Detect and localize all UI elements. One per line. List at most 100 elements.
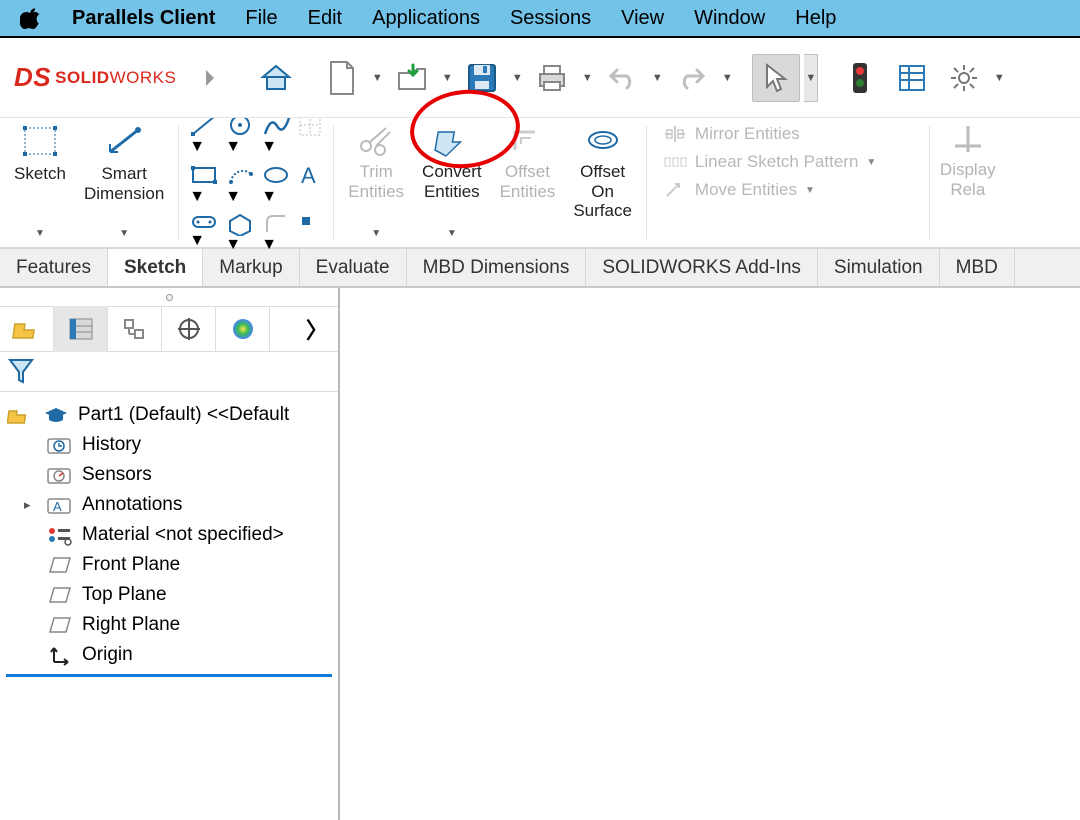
annotations-folder-icon: A: [46, 493, 74, 517]
menubar-file[interactable]: File: [245, 7, 277, 30]
move-entities-button[interactable]: Move Entities▼: [663, 180, 815, 200]
tab-addins[interactable]: SOLIDWORKS Add-Ins: [586, 249, 818, 286]
feature-manager-tab-icon[interactable]: [0, 306, 54, 352]
text-tool[interactable]: A: [297, 162, 323, 206]
polygon-tool[interactable]: ▼: [225, 212, 255, 254]
line-tool[interactable]: ▼: [189, 112, 219, 156]
tab-simulation[interactable]: Simulation: [818, 249, 940, 286]
tree-item-annotations[interactable]: ▸ A Annotations: [6, 490, 332, 520]
origin-icon: [46, 643, 74, 667]
property-manager-tab-icon[interactable]: [54, 306, 108, 352]
ellipse-tool[interactable]: ▼: [261, 162, 291, 206]
tree-item-material[interactable]: Material <not specified>: [6, 520, 332, 550]
slot-tool[interactable]: ▼: [189, 212, 219, 254]
menubar-help[interactable]: Help: [795, 7, 836, 30]
circle-tool[interactable]: ▼: [225, 112, 255, 156]
traffic-light-icon[interactable]: [836, 54, 884, 102]
tab-markup[interactable]: Markup: [203, 249, 299, 286]
spline-tool[interactable]: ▼: [261, 112, 291, 156]
select-button[interactable]: [752, 54, 800, 102]
settings-gear-button[interactable]: [940, 54, 988, 102]
menubar-window[interactable]: Window: [694, 7, 765, 30]
tab-evaluate[interactable]: Evaluate: [300, 249, 407, 286]
smart-dimension-button[interactable]: Smart Dimension ▼: [76, 120, 172, 245]
redo-dropdown[interactable]: ▼: [720, 72, 734, 84]
mac-menubar: Parallels Client File Edit Applications …: [0, 0, 1080, 38]
tab-sketch[interactable]: Sketch: [108, 249, 203, 286]
tree-filter-bar[interactable]: [0, 352, 338, 392]
svg-text:A: A: [53, 499, 62, 514]
pattern-tools-group: Mirror Entities Linear Sketch Pattern▼ M…: [653, 120, 923, 245]
trim-entities-button[interactable]: Trim Entities ▼: [340, 120, 412, 245]
dimxpert-tab-icon[interactable]: [162, 306, 216, 352]
tree-item-sensors[interactable]: Sensors: [6, 460, 332, 490]
tree-item-origin[interactable]: Origin: [6, 640, 332, 670]
tree-item-top-plane[interactable]: Top Plane: [6, 580, 332, 610]
feature-manager-panel: 〉 Part1 (Default) <<Default History Sens…: [0, 288, 340, 820]
point-tool[interactable]: [297, 212, 315, 254]
command-manager-tabs: Features Sketch Markup Evaluate MBD Dime…: [0, 248, 1080, 288]
tab-mbd[interactable]: MBD: [940, 249, 1015, 286]
menubar-view[interactable]: View: [621, 7, 664, 30]
display-relations-button[interactable]: Display Rela: [936, 120, 1004, 245]
appearances-tab-icon[interactable]: [216, 306, 270, 352]
settings-dropdown[interactable]: ▼: [992, 72, 1006, 84]
workspace: 〉 Part1 (Default) <<Default History Sens…: [0, 288, 1080, 820]
save-dropdown[interactable]: ▼: [510, 72, 524, 84]
menubar-applications[interactable]: Applications: [372, 7, 480, 30]
plane-icon: [46, 583, 74, 607]
new-document-dropdown[interactable]: ▼: [370, 72, 384, 84]
tab-mbd-dimensions[interactable]: MBD Dimensions: [407, 249, 587, 286]
convert-entities-button[interactable]: Convert Entities ▼: [414, 120, 490, 245]
configuration-manager-tab-icon[interactable]: [108, 306, 162, 352]
rectangle-tool[interactable]: ▼: [189, 162, 219, 206]
panel-tabs-more-icon[interactable]: 〉: [296, 313, 338, 345]
sketch-tools-grid: ▼ ▼ ▼ ▼ ▼ ▼ A ▼ ▼ ▼: [185, 120, 327, 245]
panel-drag-handle[interactable]: [0, 288, 338, 306]
save-button[interactable]: [458, 54, 506, 102]
filter-funnel-icon[interactable]: [6, 356, 36, 386]
offset-entities-button[interactable]: Offset Entities: [492, 120, 564, 245]
plane-icon: [46, 613, 74, 637]
sensors-folder-icon: [46, 463, 74, 487]
new-document-button[interactable]: [318, 54, 366, 102]
undo-button[interactable]: [598, 54, 646, 102]
tab-features[interactable]: Features: [0, 249, 108, 286]
menubar-sessions[interactable]: Sessions: [510, 7, 591, 30]
part-icon: [6, 403, 34, 427]
tree-item-right-plane[interactable]: Right Plane: [6, 610, 332, 640]
tree-end-marker: [6, 674, 332, 677]
flyout-expand-icon[interactable]: [186, 54, 234, 102]
linear-pattern-button[interactable]: Linear Sketch Pattern▼: [663, 152, 876, 172]
undo-dropdown[interactable]: ▼: [650, 72, 664, 84]
apple-menu-icon[interactable]: [20, 7, 42, 29]
menubar-edit[interactable]: Edit: [308, 7, 342, 30]
material-icon: [46, 523, 74, 547]
sketch-ribbon: Sketch ▼ Smart Dimension ▼ ▼ ▼ ▼ ▼ ▼ ▼ A…: [0, 118, 1080, 248]
tree-root-part[interactable]: Part1 (Default) <<Default: [6, 400, 332, 430]
expand-caret-icon[interactable]: ▸: [24, 497, 38, 513]
sketch-button[interactable]: Sketch ▼: [6, 120, 74, 245]
quick-access-toolbar: DS SOLIDWORKS ▼ ▼ ▼ ▼ ▼ ▼ ▼: [0, 38, 1080, 118]
plane-grid-tool[interactable]: [297, 112, 323, 156]
svg-text:A: A: [301, 163, 316, 188]
plane-icon: [46, 553, 74, 577]
arc-tool[interactable]: ▼: [225, 162, 255, 206]
redo-button[interactable]: [668, 54, 716, 102]
offset-on-surface-button[interactable]: Offset On Surface: [565, 120, 640, 245]
fillet-tool[interactable]: ▼: [261, 212, 291, 254]
open-document-dropdown[interactable]: ▼: [440, 72, 454, 84]
menubar-app-name[interactable]: Parallels Client: [72, 7, 215, 30]
print-dropdown[interactable]: ▼: [580, 72, 594, 84]
tree-item-front-plane[interactable]: Front Plane: [6, 550, 332, 580]
print-button[interactable]: [528, 54, 576, 102]
select-dropdown[interactable]: ▼: [804, 54, 818, 102]
solidworks-logo: DS SOLIDWORKS: [14, 62, 176, 93]
feature-tree[interactable]: Part1 (Default) <<Default History Sensor…: [0, 392, 338, 820]
graphics-viewport[interactable]: [340, 288, 1080, 820]
rebuild-options-button[interactable]: [888, 54, 936, 102]
open-document-button[interactable]: [388, 54, 436, 102]
tree-item-history[interactable]: History: [6, 430, 332, 460]
mirror-entities-button[interactable]: Mirror Entities: [663, 124, 800, 144]
home-button[interactable]: [252, 54, 300, 102]
